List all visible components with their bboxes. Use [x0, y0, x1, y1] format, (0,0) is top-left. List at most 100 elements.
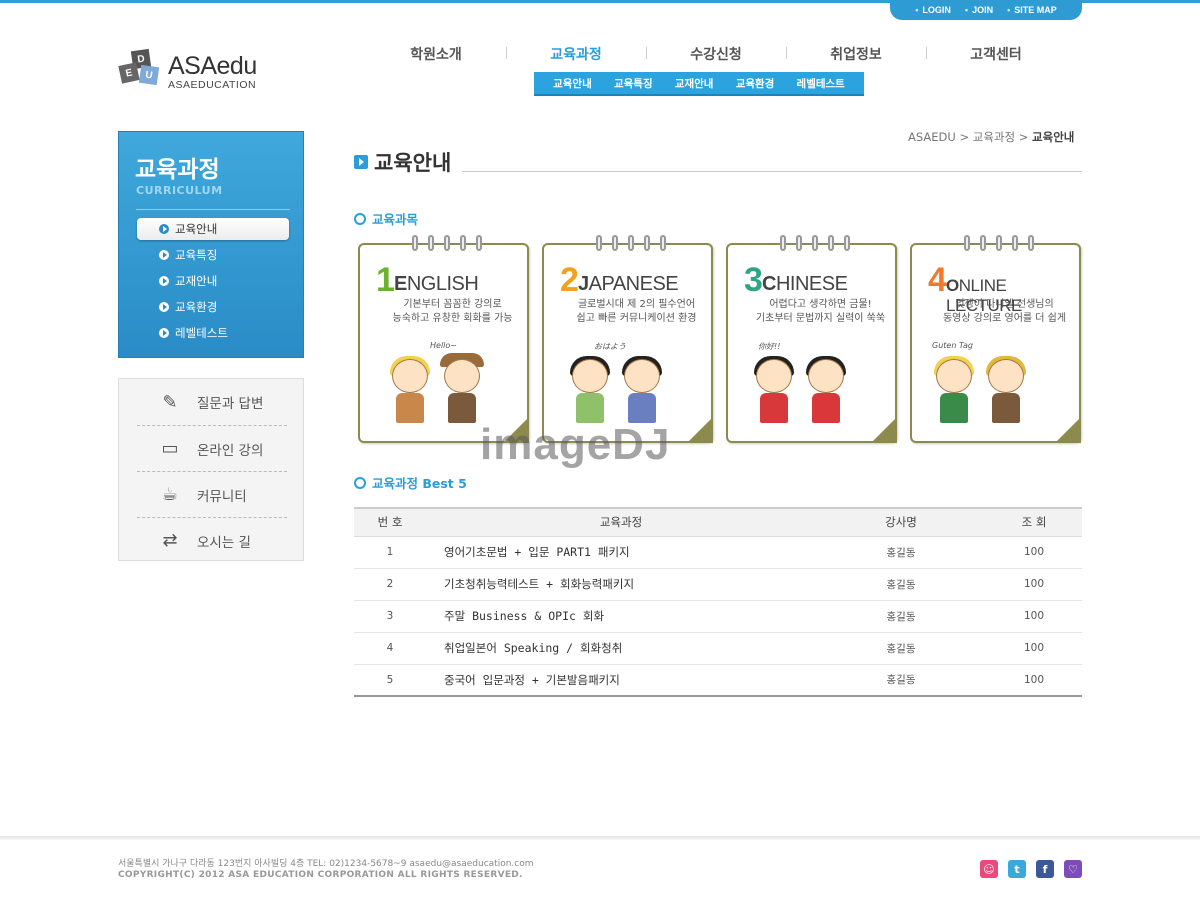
table-row[interactable]: 2 기초청취능력테스트 + 회화능력패키지 홍길동 100 [354, 568, 1082, 601]
subnav-features[interactable]: 교육특징 [614, 76, 653, 91]
logo-cube-u: U [138, 64, 160, 86]
card-title-initial: E [394, 273, 407, 295]
side-menu: 교육과정 CURRICULUM 교육안내 교육특징 교재안내 교육환경 레벨테스… [118, 131, 304, 358]
main-nav: 학원소개 교육과정 수강신청 취업정보 고객센터 [366, 44, 1066, 64]
side-item-environment[interactable]: 교육환경 [137, 296, 289, 318]
table-row[interactable]: 3 주말 Business & OPIc 회화 홍길동 100 [354, 600, 1082, 633]
side-item-features[interactable]: 교육특징 [137, 244, 289, 266]
card-title: CHINESE [762, 273, 848, 296]
quick-label: 오시는 길 [197, 534, 251, 551]
row-teacher: 홍길동 [816, 536, 986, 569]
course-card-english[interactable]: 1 ENGLISH 기본부터 꼼꼼한 강의로 능숙하고 유창한 회화를 가능 He… [358, 235, 529, 443]
watermark: imageDJ [480, 420, 671, 469]
speech-bubble: 你好!! [758, 342, 781, 351]
table-row[interactable]: 1 영어기초문법 + 입문 PART1 패키지 홍길동 100 [354, 536, 1082, 569]
col-number: 번 호 [354, 507, 426, 537]
side-item-level-test[interactable]: 레벨테스트 [137, 322, 289, 344]
card-description: 어렵다고 생각하면 금물! 기초부터 문법까지 실력이 쑥쑥 [748, 298, 893, 326]
section-best5-heading: 교육과정 Best 5 [354, 473, 467, 492]
footer-copyright: COPYRIGHT(C) 2012 ASA EDUCATION CORPORAT… [118, 870, 523, 880]
login-link[interactable]: LOGIN [915, 5, 951, 15]
table-row[interactable]: 5 중국어 입문과정 + 기본발음패키지 홍길동 100 [354, 664, 1082, 697]
card-number: 1 [376, 261, 395, 299]
row-course-link[interactable]: 영어기초문법 + 입문 PART1 패키지 [426, 536, 816, 569]
card-description: 글로벌시대 제 2의 필수언어 쉽고 빠른 커뮤니케이션 환경 [564, 298, 709, 326]
card-number: 2 [560, 261, 579, 299]
play-icon [354, 155, 368, 169]
course-card-online-lecture[interactable]: 4 ONLINE LECTURE 멋쟁이 다니엘 선생님의 동영상 강의로 영어를… [910, 235, 1081, 443]
kid-illustration [388, 356, 432, 423]
side-item-textbooks[interactable]: 교재안내 [137, 270, 289, 292]
sitemap-link[interactable]: SITE MAP [1007, 5, 1057, 15]
subnav-level-test[interactable]: 레벨테스트 [797, 76, 845, 91]
quick-online-lecture[interactable]: ▭ 온라인 강의 [137, 425, 287, 471]
ring-icon [1028, 235, 1034, 251]
quick-qa[interactable]: ✎ 질문과 답변 [137, 379, 287, 425]
gnb-curriculum[interactable]: 교육과정 [506, 44, 646, 64]
title-underline [462, 171, 1082, 172]
row-teacher: 홍길동 [816, 600, 986, 633]
course-card-japanese[interactable]: 2 JAPANESE 글로벌시대 제 2의 필수언어 쉽고 빠른 커뮤니케이션 환… [542, 235, 713, 443]
join-link[interactable]: JOIN [965, 5, 993, 15]
gnb-support[interactable]: 고객센터 [926, 44, 1066, 64]
course-cards: 1 ENGLISH 기본부터 꼼꼼한 강의로 능숙하고 유창한 회화를 가능 He… [358, 233, 1082, 445]
side-item-label: 교육특징 [175, 248, 218, 262]
quick-label: 온라인 강의 [197, 442, 264, 459]
col-course: 교육과정 [426, 507, 816, 537]
ring-icon [476, 235, 482, 251]
row-course-link[interactable]: 주말 Business & OPIc 회화 [426, 600, 816, 633]
card-title-rest: NGLISH [406, 273, 479, 295]
row-number: 5 [354, 664, 426, 697]
site-logo[interactable]: D E U ASAedu ASAEDUCATION [118, 48, 268, 92]
yozm-icon[interactable]: ♡ [1064, 860, 1082, 878]
quick-label: 커뮤니티 [197, 488, 247, 505]
twitter-icon[interactable]: t [1008, 860, 1026, 878]
breadcrumb-home[interactable]: ASAEDU [908, 130, 956, 144]
side-item-label: 교육환경 [175, 300, 218, 314]
speech-bubble: Guten Tag [932, 341, 973, 350]
kid-illustration [568, 356, 612, 423]
gnb-about[interactable]: 학원소개 [366, 44, 506, 64]
direction-arrows-icon: ⇄ [162, 530, 178, 551]
ring-icon [428, 235, 434, 251]
breadcrumb-separator: > [959, 130, 970, 144]
row-teacher: 홍길동 [816, 664, 986, 697]
subnav-environment[interactable]: 교육환경 [736, 76, 775, 91]
subnav-guide[interactable]: 교육안내 [553, 76, 592, 91]
me2day-icon[interactable]: ☺ [980, 860, 998, 878]
row-course-link[interactable]: 기초청취능력테스트 + 회화능력패키지 [426, 568, 816, 601]
table-row[interactable]: 4 취업일본어 Speaking / 회화청취 홍길동 100 [354, 632, 1082, 665]
card-illustration: Guten Tag [932, 341, 1062, 423]
quick-community[interactable]: ☕ 커뮤니티 [137, 471, 287, 517]
card-title: JAPANESE [578, 273, 679, 296]
ring-icon [812, 235, 818, 251]
side-item-guide[interactable]: 교육안내 [137, 218, 289, 240]
ring-icon [460, 235, 466, 251]
facebook-icon[interactable]: f [1036, 860, 1054, 878]
logo-name: ASAedu [168, 52, 257, 80]
card-desc-line: 어렵다고 생각하면 금물! [769, 299, 872, 310]
row-course-link[interactable]: 중국어 입문과정 + 기본발음패키지 [426, 664, 816, 697]
card-desc-line: 멋쟁이 다니엘 선생님의 [955, 299, 1054, 310]
footer-divider [0, 836, 1200, 840]
ring-icon [1012, 235, 1018, 251]
ring-icon [596, 235, 602, 251]
subnav-textbooks[interactable]: 교재안내 [675, 76, 714, 91]
course-card-chinese[interactable]: 3 CHINESE 어렵다고 생각하면 금물! 기초부터 문법까지 실력이 쑥쑥 … [726, 235, 897, 443]
breadcrumb-level1[interactable]: 교육과정 [973, 130, 1015, 144]
kid-illustration [984, 356, 1028, 423]
quick-directions[interactable]: ⇄ 오시는 길 [137, 517, 287, 563]
row-number: 4 [354, 632, 426, 665]
gnb-jobs[interactable]: 취업정보 [786, 44, 926, 64]
page-title: 교육안내 [354, 147, 451, 177]
table-header-row: 번 호 교육과정 강사명 조 회 [354, 507, 1082, 537]
side-menu-divider [136, 209, 290, 210]
ring-icon [780, 235, 786, 251]
quick-label: 질문과 답변 [197, 396, 264, 412]
gnb-registration[interactable]: 수강신청 [646, 44, 786, 64]
row-course-link[interactable]: 취업일본어 Speaking / 회화청취 [426, 632, 816, 665]
col-views: 조 회 [986, 507, 1082, 537]
side-item-label: 레벨테스트 [175, 326, 228, 340]
side-menu-subtitle: CURRICULUM [136, 184, 223, 197]
page-title-text: 교육안내 [374, 151, 452, 175]
